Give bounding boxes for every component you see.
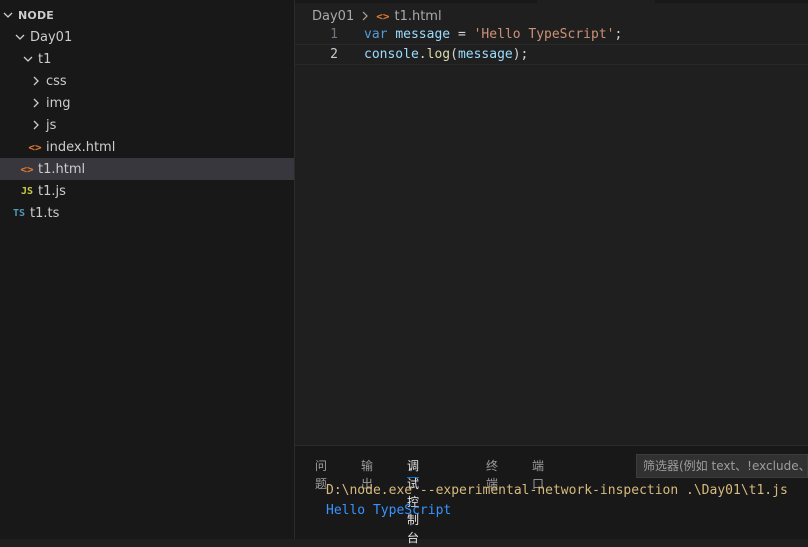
code-editor[interactable]: Day01 <> t1.html 1 var message = 'Hello … bbox=[295, 0, 808, 445]
chevron-right-icon bbox=[28, 117, 44, 133]
tab-terminal[interactable]: 终端 bbox=[486, 457, 498, 491]
tab-ports[interactable]: 端口 bbox=[532, 457, 544, 491]
tree-item-index-html[interactable]: <> index.html bbox=[0, 136, 294, 158]
console-command-line: D:\node.exe --experimental-network-inspe… bbox=[326, 483, 788, 498]
tree-item-img[interactable]: img bbox=[0, 92, 294, 114]
ts-file-icon: TS bbox=[12, 207, 26, 219]
chevron-right-icon bbox=[28, 95, 44, 111]
chevron-down-icon bbox=[0, 7, 16, 23]
tab-output[interactable]: 输出 bbox=[361, 457, 373, 491]
code-line-current[interactable]: 2 console.log(message); bbox=[295, 44, 808, 65]
tree-item-label: t1.js bbox=[38, 183, 66, 199]
tree-item-css[interactable]: css bbox=[0, 70, 294, 92]
tree-item-label: img bbox=[46, 95, 71, 111]
tree-item-label: t1.ts bbox=[30, 205, 60, 221]
tree-item-label: t1.html bbox=[38, 161, 86, 177]
explorer-section-header[interactable]: NODE bbox=[0, 4, 294, 26]
chevron-down-icon bbox=[20, 51, 36, 67]
tab-strip-edge bbox=[295, 0, 808, 3]
line-number: 1 bbox=[330, 27, 338, 42]
console-filter-input[interactable]: 筛选器(例如 text、!exclude、\escape) bbox=[636, 454, 808, 478]
tree-item-label: t1 bbox=[38, 51, 52, 67]
html-file-icon: <> bbox=[20, 162, 34, 176]
code-text: var message = 'Hello TypeScript'; bbox=[364, 27, 623, 42]
chevron-down-icon bbox=[12, 29, 28, 45]
console-output-line: Hello TypeScript bbox=[326, 503, 452, 518]
line-number: 2 bbox=[330, 47, 338, 62]
chevron-right-icon bbox=[28, 73, 44, 89]
tree-item-t1-js[interactable]: JS t1.js bbox=[0, 180, 294, 202]
tree-item-label: Day01 bbox=[30, 29, 73, 45]
tree-item-label: css bbox=[46, 73, 67, 89]
explorer-section-title: NODE bbox=[18, 8, 55, 22]
tree-item-day01[interactable]: Day01 bbox=[0, 26, 294, 48]
tree-item-label: index.html bbox=[46, 139, 116, 155]
code-line[interactable]: 1 var message = 'Hello TypeScript'; bbox=[295, 25, 808, 45]
tab-problems[interactable]: 问题 bbox=[315, 457, 327, 491]
html-file-icon: <> bbox=[28, 140, 42, 154]
breadcrumb-folder[interactable]: Day01 bbox=[312, 9, 354, 24]
tree-item-t1-html[interactable]: <> t1.html bbox=[0, 158, 294, 180]
code-text: console.log(message); bbox=[364, 47, 529, 62]
html-file-icon: <> bbox=[376, 9, 390, 23]
tree-item-label: js bbox=[46, 117, 57, 133]
tree-item-js[interactable]: js bbox=[0, 114, 294, 136]
breadcrumb-file[interactable]: t1.html bbox=[394, 9, 441, 24]
explorer-sidebar: NODE Day01 t1 css img js <> index.html <… bbox=[0, 0, 295, 539]
js-file-icon: JS bbox=[20, 185, 34, 197]
tree-item-t1-folder[interactable]: t1 bbox=[0, 48, 294, 70]
tree-item-t1-ts[interactable]: TS t1.ts bbox=[0, 202, 294, 224]
breadcrumb: Day01 <> t1.html bbox=[312, 7, 442, 25]
bottom-panel: 问题 输出 调试控制台 终端 端口 筛选器(例如 text、!exclude、\… bbox=[295, 445, 808, 545]
chevron-right-icon bbox=[360, 11, 370, 21]
tab-debug-console[interactable]: 调试控制台 bbox=[407, 457, 420, 545]
